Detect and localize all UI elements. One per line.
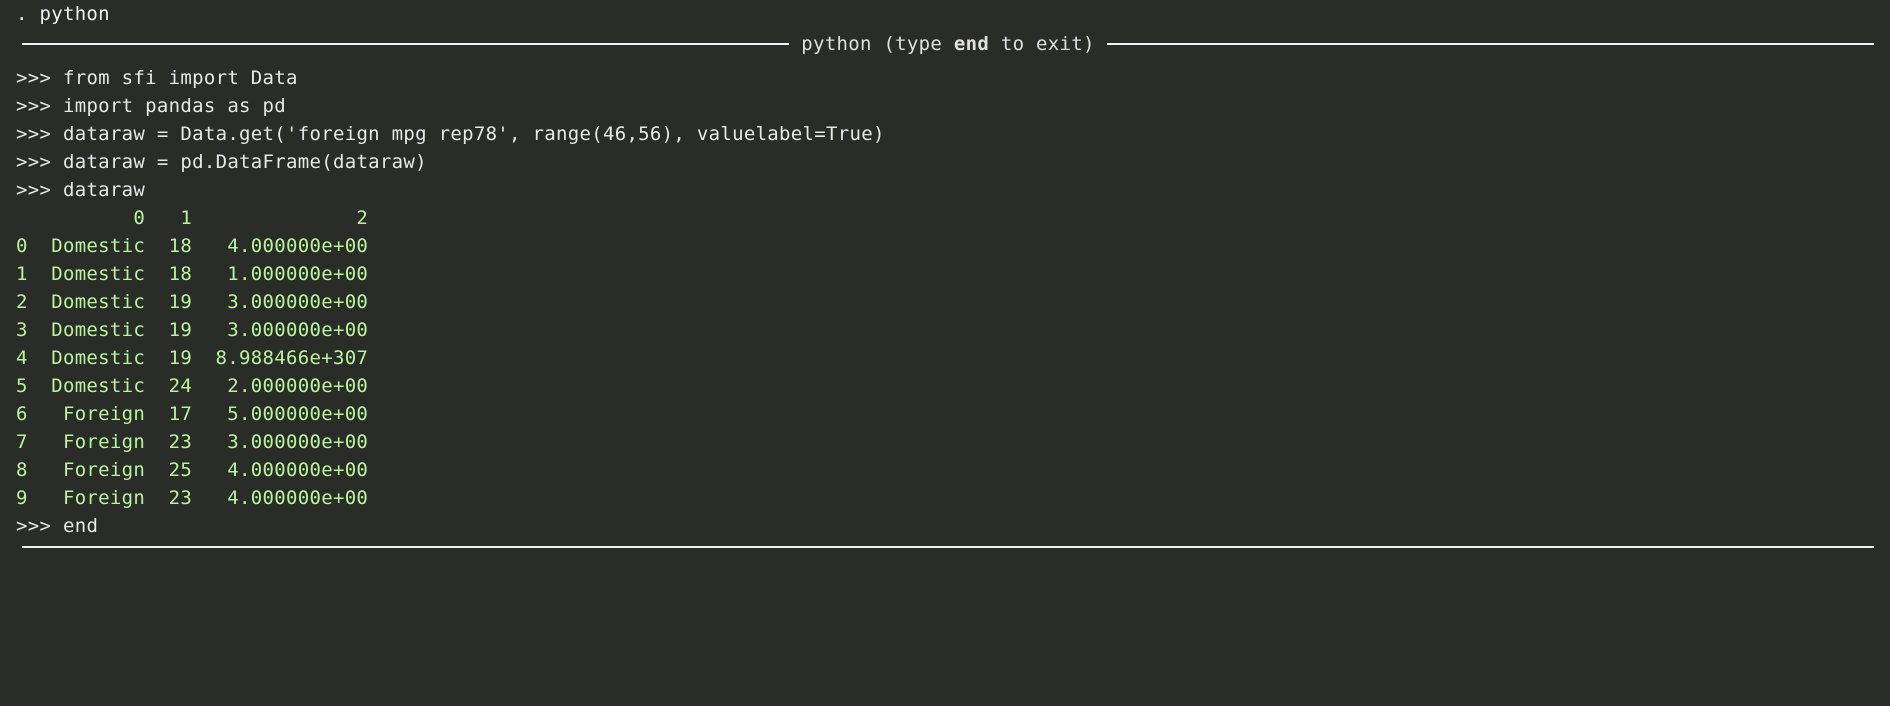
dataframe-header: 0 1 2 — [16, 204, 1874, 232]
rule-right — [1107, 43, 1874, 45]
terminal-output: . python python (type end to exit) >>> f… — [0, 0, 1890, 548]
dataframe-row: 3 Domestic 19 3.000000e+00 — [16, 316, 1874, 344]
repl-prompt: >>> — [16, 151, 63, 173]
repl-prompt: >>> — [16, 179, 63, 201]
end-rule — [22, 546, 1874, 548]
repl-code: dataraw = pd.DataFrame(dataraw) — [63, 151, 427, 173]
dataframe-row: 7 Foreign 23 3.000000e+00 — [16, 428, 1874, 456]
banner-suffix: to exit) — [989, 33, 1095, 55]
repl-line[interactable]: >>> from sfi import Data — [16, 64, 1874, 92]
repl-prompt: >>> — [16, 123, 63, 145]
repl-line-end[interactable]: >>> end — [16, 512, 1874, 540]
repl-line[interactable]: >>> import pandas as pd — [16, 92, 1874, 120]
dataframe-row: 5 Domestic 24 2.000000e+00 — [16, 372, 1874, 400]
repl-line[interactable]: >>> dataraw = Data.get('foreign mpg rep7… — [16, 120, 1874, 148]
stata-command-line: . python — [16, 0, 1874, 28]
python-banner-rule: python (type end to exit) — [16, 30, 1874, 58]
dataframe-row: 4 Domestic 19 8.988466e+307 — [16, 344, 1874, 372]
repl-code: import pandas as pd — [63, 95, 286, 117]
repl-prompt: >>> — [16, 67, 63, 89]
python-banner-label: python (type end to exit) — [789, 30, 1106, 58]
repl-code-end: end — [63, 515, 98, 537]
repl-code: dataraw — [63, 179, 145, 201]
dataframe-row: 1 Domestic 18 1.000000e+00 — [16, 260, 1874, 288]
banner-prefix: python (type — [801, 33, 954, 55]
repl-line[interactable]: >>> dataraw — [16, 176, 1874, 204]
dataframe-row: 9 Foreign 23 4.000000e+00 — [16, 484, 1874, 512]
dataframe-row: 2 Domestic 19 3.000000e+00 — [16, 288, 1874, 316]
repl-prompt: >>> — [16, 95, 63, 117]
dataframe-row: 0 Domestic 18 4.000000e+00 — [16, 232, 1874, 260]
repl-prompt: >>> — [16, 515, 63, 537]
rule-left — [22, 43, 789, 45]
banner-bold: end — [954, 33, 989, 55]
repl-line[interactable]: >>> dataraw = pd.DataFrame(dataraw) — [16, 148, 1874, 176]
dataframe-row: 8 Foreign 25 4.000000e+00 — [16, 456, 1874, 484]
repl-code: dataraw = Data.get('foreign mpg rep78', … — [63, 123, 885, 145]
dataframe-row: 6 Foreign 17 5.000000e+00 — [16, 400, 1874, 428]
repl-code: from sfi import Data — [63, 67, 298, 89]
